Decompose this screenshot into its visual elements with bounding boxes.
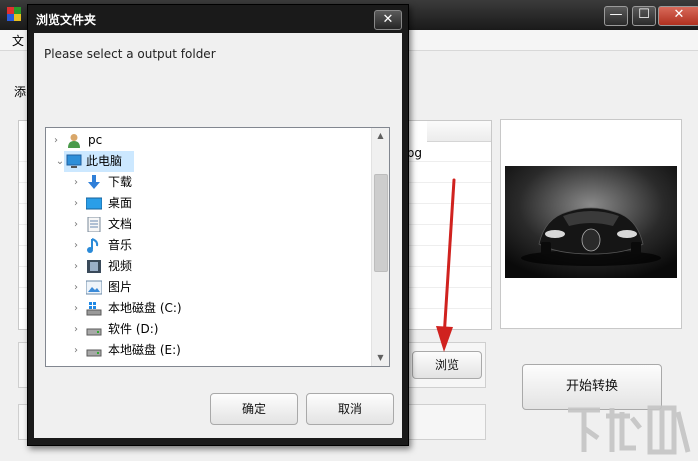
dialog-close-button[interactable]: ✕ <box>374 10 402 30</box>
tree-item[interactable]: › 桌面 <box>46 193 371 214</box>
tree-item-label: 文档 <box>108 217 133 231</box>
tree-item-label: 下载 <box>108 175 133 189</box>
watermark-logo <box>560 398 694 458</box>
tree-item[interactable]: › 软件 (D:) <box>46 319 371 340</box>
ok-button[interactable]: 确定 <box>210 393 298 425</box>
drive-icon <box>86 322 102 337</box>
tree-item-label: pc <box>88 133 103 147</box>
chevron-right-icon[interactable]: › <box>70 340 82 361</box>
menu-file[interactable]: 文 <box>12 32 24 49</box>
tree-item[interactable]: › 本地磁盘 (C:) <box>46 298 371 319</box>
user-icon <box>66 133 82 148</box>
dialog-title: 浏览文件夹 <box>36 13 97 27</box>
videos-folder-icon <box>86 259 102 274</box>
tree-item-label: 桌面 <box>108 196 133 210</box>
browse-folder-dialog: 浏览文件夹 ✕ Please select a output folder › p… <box>27 4 409 446</box>
add-files-label[interactable]: 添 <box>14 83 26 100</box>
documents-folder-icon <box>86 216 102 233</box>
annotation-arrow <box>436 178 456 352</box>
file-list-header <box>427 121 491 142</box>
tree-item[interactable]: › 本地磁盘 (E:) <box>46 340 371 361</box>
cancel-button[interactable]: 取消 <box>306 393 394 425</box>
dialog-body: Please select a output folder › pc ⌄ 此电脑 › 下载… <box>34 33 402 438</box>
tree-scrollbar[interactable]: ▲ ▼ <box>371 128 389 366</box>
tree-item[interactable]: › 图片 <box>46 277 371 298</box>
tree-item[interactable]: ⌄ 此电脑 <box>56 151 134 172</box>
dialog-prompt: Please select a output folder <box>44 47 216 61</box>
maximize-button[interactable]: ☐ <box>632 6 656 26</box>
drive-icon <box>86 343 102 358</box>
tree-item[interactable]: › 视频 <box>46 256 371 277</box>
chevron-right-icon[interactable]: › <box>70 298 82 319</box>
tree-item-label: 软件 (D:) <box>108 322 159 336</box>
scroll-up-icon[interactable]: ▲ <box>372 128 389 144</box>
chevron-right-icon[interactable]: › <box>70 319 82 340</box>
chevron-right-icon[interactable]: › <box>70 193 82 214</box>
tree-item[interactable]: › 下载 <box>46 172 371 193</box>
minimize-button[interactable]: — <box>604 6 628 26</box>
tree-item-label: 本地磁盘 (C:) <box>108 301 182 315</box>
chevron-right-icon[interactable]: › <box>70 172 82 193</box>
image-preview <box>500 119 682 329</box>
scroll-down-icon[interactable]: ▼ <box>372 350 389 366</box>
tree-item-label: 此电脑 <box>86 154 123 168</box>
app-icon <box>7 7 21 21</box>
tree-item[interactable]: › 音乐 <box>46 235 371 256</box>
chevron-right-icon[interactable]: › <box>70 214 82 235</box>
computer-icon <box>66 154 82 169</box>
window-close-button[interactable]: ✕ <box>658 6 698 26</box>
pictures-folder-icon <box>85 280 103 295</box>
tree-item-label: 图片 <box>108 280 133 294</box>
tree-item-label: 音乐 <box>108 238 133 252</box>
windows-drive-icon <box>86 301 102 316</box>
music-folder-icon <box>86 238 102 253</box>
chevron-right-icon[interactable]: › <box>50 130 62 151</box>
download-folder-icon <box>86 175 102 190</box>
chevron-down-icon[interactable]: ⌄ <box>54 151 66 172</box>
folder-tree[interactable]: › pc ⌄ 此电脑 › 下载 › 桌面 › 文档 › 音乐 › 视频 › 图片 › 本地磁盘 (C:) › 软件 (… <box>45 127 390 367</box>
car-preview-image <box>505 166 677 278</box>
chevron-right-icon[interactable]: › <box>70 256 82 277</box>
chevron-right-icon[interactable]: › <box>70 277 82 298</box>
tree-item[interactable]: › 文档 <box>46 214 371 235</box>
scrollbar-thumb[interactable] <box>374 174 388 272</box>
tree-item[interactable]: › pc <box>46 130 371 151</box>
tree-item-label: 视频 <box>108 259 133 273</box>
desktop-folder-icon <box>85 196 103 211</box>
tree-item-label: 本地磁盘 (E:) <box>108 343 181 357</box>
chevron-right-icon[interactable]: › <box>70 235 82 256</box>
